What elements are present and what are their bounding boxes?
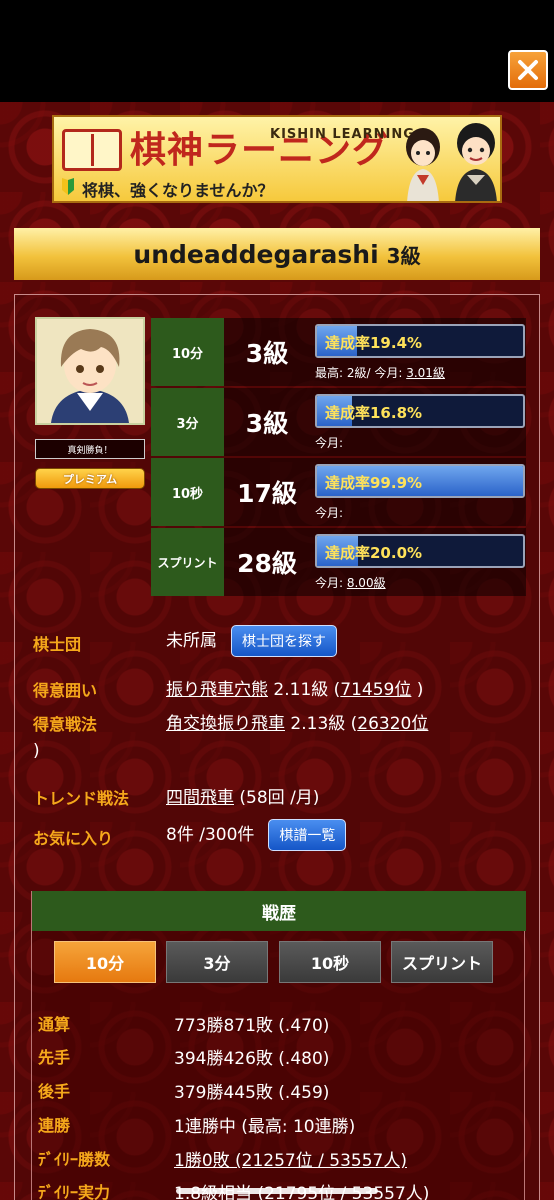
favorite-castle-position-link[interactable]: 71459位 — [340, 680, 411, 700]
achievement-rate-text: 達成率16.8% — [325, 404, 423, 422]
rank-row-3min: 3分 3級 達成率16.8% 今月: — [151, 388, 526, 458]
rank-mode-label: 3分 — [151, 388, 224, 456]
beginner-mark-icon — [62, 178, 74, 195]
rank-row-10sec: 10秒 17級 達成率99.9% 今月: — [151, 458, 526, 528]
favorite-strategy-position-link[interactable]: 26320位 — [357, 714, 428, 734]
favorites-label: お気に入り — [33, 829, 114, 848]
team-value: 未所属 — [166, 631, 217, 651]
avatar[interactable] — [35, 317, 145, 425]
stat-value: 379勝445敗 (.459) — [174, 1083, 330, 1103]
achievement-rate-text: 達成率99.9% — [325, 474, 423, 492]
trend-strategy-count: (58回 /月) — [234, 788, 320, 808]
favorite-castle-label: 得意囲い — [33, 681, 98, 700]
stat-value: 1連勝中 (最高: 10連勝) — [174, 1117, 356, 1137]
rank-month-info: 最高: 2級/ 今月: 3.01級 — [315, 364, 445, 381]
tab-3min[interactable]: 3分 — [166, 941, 268, 983]
favorite-strategy-row: 得意戦法 角交換振り飛車 2.13級 (26320位 ) — [33, 709, 533, 765]
tab-sprint[interactable]: スプリント — [391, 941, 493, 983]
stat-value[interactable]: 1勝0敗 (21257位 / 53557人) — [174, 1146, 407, 1171]
user-rank: 3級 — [386, 243, 421, 268]
stat-label: ﾃﾞｲﾘｰ実力 — [38, 1183, 111, 1200]
favorite-strategy-close: ) — [33, 741, 40, 761]
close-icon — [518, 60, 538, 80]
rank-month-prefix: 最高: 2級/ 今月: — [315, 366, 407, 380]
rank-month-prefix: 今月: — [315, 506, 344, 520]
user-name-bar: undeaddegarashi 3級 — [14, 228, 540, 280]
close-button[interactable] — [508, 50, 548, 90]
banner-tagline: 将棋、強くなりませんか？ — [82, 181, 274, 200]
rank-month-prefix: 今月: — [315, 436, 344, 450]
battle-record-panel: 戦歴 10分 3分 10秒 スプリント 通算 773勝871敗 (.470) 先… — [31, 891, 526, 1200]
rank-value: 3級 — [224, 388, 310, 456]
rank-value: 28級 — [224, 528, 310, 596]
rank-value: 3級 — [224, 318, 310, 386]
favorite-castle-rank: 2.11級 ( — [268, 680, 341, 700]
rank-month-info: 今月: — [315, 434, 343, 451]
premium-badge: プレミアム — [35, 468, 145, 489]
profile-page: 棋神ラーニング KISHIN LEARNING 将棋、強くなりませんか？ und… — [0, 102, 554, 1200]
rank-mode-label: スプリント — [151, 528, 224, 596]
favorite-castle-value: 振り飛車穴熊 2.11級 (71459位 ) — [166, 675, 423, 700]
male-character-illustration — [455, 123, 497, 201]
favorite-castle-link[interactable]: 振り飛車穴熊 — [166, 680, 268, 700]
team-label: 棋士団 — [33, 635, 82, 654]
favorite-strategy-rank: 2.13級 ( — [285, 714, 358, 734]
avatar-caption: 真剣勝負！ — [35, 439, 145, 459]
rank-mode-label: 10分 — [151, 318, 224, 386]
profile-panel: 真剣勝負！ プレミアム 10分 3級 達成率19.4% 最高: 2級/ 今月: … — [14, 294, 540, 1200]
favorite-strategy-label: 得意戦法 — [33, 715, 98, 734]
banner-subtitle-en: KISHIN LEARNING — [270, 127, 415, 142]
rank-month-link[interactable]: 8.00級 — [347, 576, 386, 590]
trend-strategy-label: トレンド戦法 — [33, 789, 130, 808]
stat-label: ﾃﾞｲﾘｰ勝数 — [38, 1150, 111, 1169]
book-logo-icon — [62, 129, 122, 171]
favorites-count: 8件 /300件 — [166, 825, 255, 845]
rank-value: 17級 — [224, 458, 310, 526]
achievement-rate-bar: 達成率20.0% — [315, 534, 525, 568]
achievement-rate-text: 達成率19.4% — [325, 334, 423, 352]
achievement-rate-bar: 達成率16.8% — [315, 394, 525, 428]
home-indicator — [176, 1188, 378, 1194]
favorite-strategy-link[interactable]: 角交換振り飛車 — [166, 714, 285, 734]
tab-10sec[interactable]: 10秒 — [279, 941, 381, 983]
kishin-learning-banner[interactable]: 棋神ラーニング KISHIN LEARNING 将棋、強くなりませんか？ — [52, 115, 502, 203]
rank-month-info: 今月: — [315, 504, 343, 521]
achievement-rate-bar: 達成率99.9% — [315, 464, 525, 498]
rank-row-sprint: スプリント 28級 達成率20.0% 今月: 8.00級 — [151, 528, 526, 598]
stat-value: 394勝426敗 (.480) — [174, 1049, 330, 1069]
rank-month-info: 今月: 8.00級 — [315, 574, 386, 591]
top-bar — [0, 0, 554, 102]
stat-label: 通算 — [38, 1015, 71, 1034]
rank-table: 10分 3級 達成率19.4% 最高: 2級/ 今月: 3.01級 3分 3級 … — [151, 318, 526, 598]
stat-label: 先手 — [38, 1048, 71, 1067]
trend-strategy-link[interactable]: 四間飛車 — [166, 788, 234, 808]
rank-mode-label: 10秒 — [151, 458, 224, 526]
stat-label: 後手 — [38, 1082, 71, 1101]
kifu-list-button[interactable]: 棋譜一覧 — [268, 819, 347, 851]
stat-label: 連勝 — [38, 1116, 71, 1135]
favorite-strategy-value: 角交換振り飛車 2.13級 (26320位 — [166, 709, 428, 734]
avatar-illustration — [37, 319, 143, 423]
user-name: undeaddegarashi — [133, 239, 379, 269]
achievement-rate-bar: 達成率19.4% — [315, 324, 525, 358]
tab-10min[interactable]: 10分 — [54, 941, 156, 983]
rank-row-10min: 10分 3級 達成率19.4% 最高: 2級/ 今月: 3.01級 — [151, 318, 526, 388]
favorite-castle-close: ) — [411, 680, 424, 700]
team-value-group: 未所属 棋士団を探す — [166, 625, 337, 657]
rank-month-link[interactable]: 3.01級 — [406, 366, 445, 380]
trend-strategy-value: 四間飛車 (58回 /月) — [166, 783, 319, 808]
female-character-illustration — [406, 128, 440, 201]
rank-month-prefix: 今月: — [315, 576, 347, 590]
favorites-value-group: 8件 /300件 棋譜一覧 — [166, 819, 347, 851]
stat-value: 773勝871敗 (.470) — [174, 1016, 330, 1036]
battle-record-title: 戦歴 — [32, 891, 526, 931]
achievement-rate-text: 達成率20.0% — [325, 544, 423, 562]
find-team-button[interactable]: 棋士団を探す — [231, 625, 337, 657]
